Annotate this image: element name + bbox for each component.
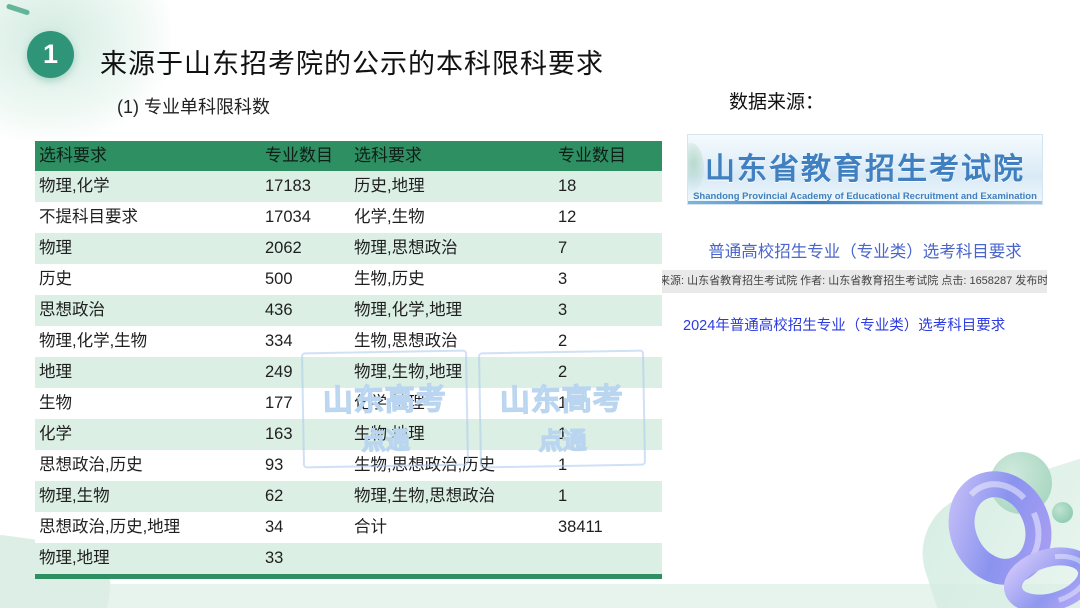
link-2024-requirements[interactable]: 2024年普通高校招生专业（专业类）选考科目要求: [683, 314, 1005, 335]
table-cell: 3: [554, 295, 662, 326]
table-cell: 62: [261, 481, 350, 512]
table-cell: 物理,生物,思想政治: [350, 481, 554, 512]
table-cell: 化学,生物: [350, 202, 554, 233]
table-cell: 生物: [35, 388, 261, 419]
table-row: 物理,化学17183历史,地理18: [35, 171, 662, 202]
table-row: 地理249物理,生物,地理2: [35, 357, 662, 388]
bottom-green-band: [0, 584, 1080, 608]
table-cell: 生物,历史: [350, 264, 554, 295]
table-cell: 地理: [35, 357, 261, 388]
table-cell: 38411: [554, 512, 662, 543]
table-row: 历史500生物,历史3: [35, 264, 662, 295]
table-cell: 2: [554, 357, 662, 388]
table-cell: 生物,思想政治: [350, 326, 554, 357]
table-row: 物理,生物62物理,生物,思想政治1: [35, 481, 662, 512]
banner-subtitle: Shandong Provincial Academy of Education…: [688, 191, 1042, 202]
table-cell: 思想政治,历史: [35, 450, 261, 481]
article-title: 普通高校招生专业（专业类）选考科目要求: [687, 238, 1043, 262]
table-row: 物理,化学,生物334生物,思想政治2: [35, 326, 662, 357]
banner-title: 山东省教育招生考试院: [688, 144, 1042, 188]
table-cell: 1: [554, 481, 662, 512]
table-cell: 7: [554, 233, 662, 264]
table-header-cell: 专业数目: [261, 141, 350, 171]
table-cell: 436: [261, 295, 350, 326]
table-cell: 合计: [350, 512, 554, 543]
table-cell: 34: [261, 512, 350, 543]
table-cell: 500: [261, 264, 350, 295]
table-row: 思想政治,历史,地理34合计38411: [35, 512, 662, 543]
table-cell: 93: [261, 450, 350, 481]
table-cell: 化学: [35, 419, 261, 450]
table-cell: 1: [554, 419, 662, 450]
table-cell: 249: [261, 357, 350, 388]
page-title: 来源于山东招考院的公示的本科限科要求: [100, 42, 604, 81]
table-cell: 3: [554, 264, 662, 295]
table-row: 物理,地理33: [35, 543, 662, 574]
table-cell: 17034: [261, 202, 350, 233]
shandong-academy-banner: 山东省教育招生考试院 Shandong Provincial Academy o…: [687, 134, 1043, 205]
table-cell: 历史,地理: [350, 171, 554, 202]
table-header-cell: 选科要求: [350, 141, 554, 171]
table-cell: 生物,思想政治,历史: [350, 450, 554, 481]
purple-rings-decoration: [938, 428, 1080, 608]
table-cell: 物理,思想政治: [350, 233, 554, 264]
table-cell: 2062: [261, 233, 350, 264]
data-source-label: 数据来源：: [729, 87, 824, 114]
table-cell: 物理,地理: [35, 543, 261, 574]
table-header-cell: 选科要求: [35, 141, 261, 171]
table-cell: 1: [554, 388, 662, 419]
subject-requirements-table: 选科要求 专业数目 选科要求 专业数目 物理,化学17183历史,地理18不提科…: [35, 141, 662, 579]
article-meta-bar: 来源: 山东省教育招生考试院 作者: 山东省教育招生考试院 点击: 165828…: [659, 270, 1047, 293]
table-cell: 物理,生物,地理: [350, 357, 554, 388]
table-cell: 1: [554, 450, 662, 481]
table-cell: 物理,化学,生物: [35, 326, 261, 357]
table-cell: 33: [261, 543, 350, 574]
table-row: 不提科目要求17034化学,生物12: [35, 202, 662, 233]
table-header-cell: 专业数目: [554, 141, 662, 171]
table-cell: 163: [261, 419, 350, 450]
table-cell: 化学,地理: [350, 388, 554, 419]
table-cell: [350, 543, 554, 574]
table-cell: 物理,化学,地理: [350, 295, 554, 326]
table-row: 思想政治,历史93生物,思想政治,历史1: [35, 450, 662, 481]
table-cell: 334: [261, 326, 350, 357]
table-cell: 不提科目要求: [35, 202, 261, 233]
table-cell: 思想政治,历史,地理: [35, 512, 261, 543]
table-cell: 177: [261, 388, 350, 419]
table-row: 化学163生物,地理1: [35, 419, 662, 450]
table-cell: 18: [554, 171, 662, 202]
table-cell: 历史: [35, 264, 261, 295]
slide: 1 来源于山东招考院的公示的本科限科要求 (1) 专业单科限科数 选科要求 专业…: [0, 0, 1080, 608]
table-row: 物理2062物理,思想政治7: [35, 233, 662, 264]
table-cell: 生物,地理: [350, 419, 554, 450]
table-cell: 思想政治: [35, 295, 261, 326]
requirements-table-body: 物理,化学17183历史,地理18不提科目要求17034化学,生物12物理206…: [35, 171, 662, 574]
table-header-row: 选科要求 专业数目 选科要求 专业数目: [35, 141, 662, 171]
table-cell: 17183: [261, 171, 350, 202]
table-row: 思想政治436物理,化学,地理3: [35, 295, 662, 326]
table-cell: 物理,化学: [35, 171, 261, 202]
table-row: 生物177化学,地理1: [35, 388, 662, 419]
page-subtitle: (1) 专业单科限科数: [117, 93, 270, 119]
table-cell: 物理,生物: [35, 481, 261, 512]
table-cell: 12: [554, 202, 662, 233]
section-number-badge: 1: [27, 31, 74, 78]
table-cell: 2: [554, 326, 662, 357]
table-cell: [554, 543, 662, 574]
table-cell: 物理: [35, 233, 261, 264]
